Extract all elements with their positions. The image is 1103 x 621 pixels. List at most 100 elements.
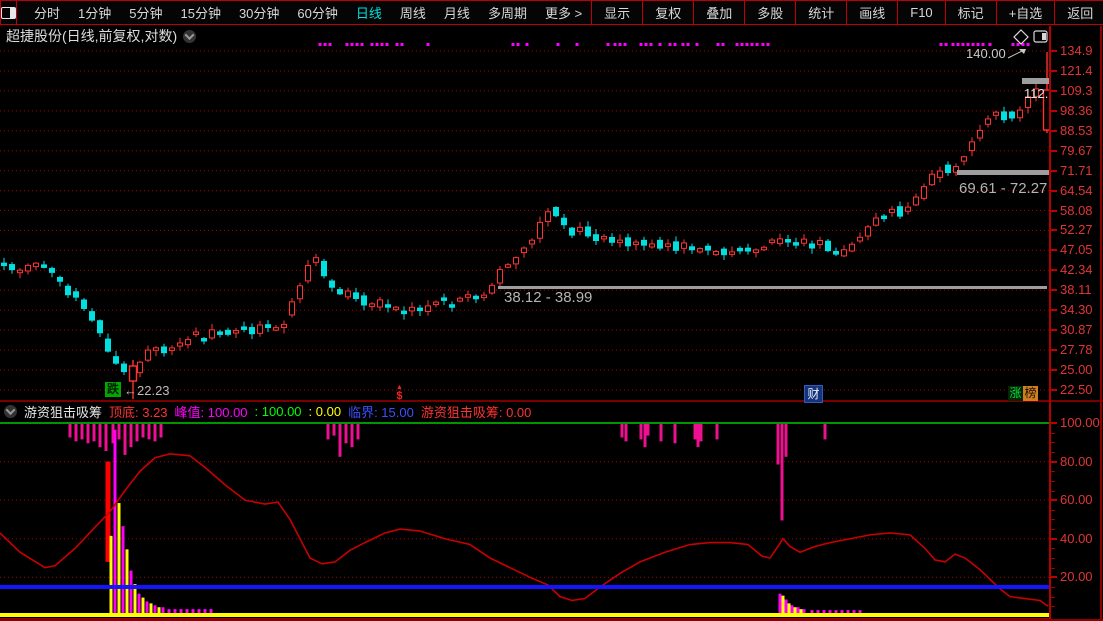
price-axis-label: 58.08	[1060, 203, 1093, 218]
price-axis-label: 88.53	[1060, 123, 1093, 138]
menu-period-2[interactable]: 5分钟	[120, 3, 171, 22]
price-axis-label: 27.78	[1060, 342, 1093, 357]
axis-tick	[1051, 170, 1057, 172]
price-axis-label: 34.30	[1060, 302, 1093, 317]
axis-minor-tick	[1051, 471, 1055, 472]
window-panel-icon[interactable]	[0, 1, 17, 24]
axis-tick	[1051, 269, 1057, 271]
price-axis-label: 79.67	[1060, 143, 1093, 158]
finance-badge: 财	[804, 385, 823, 403]
menu-tool-7[interactable]: 标记	[945, 1, 996, 24]
indicator-field-0: 顶底: 3.23	[109, 402, 168, 421]
tool-menu: 显示复权叠加多股统计画线F10标记+自选返回	[591, 1, 1103, 24]
main-candlestick-chart[interactable]	[0, 26, 1050, 402]
price-axis-label: 52.27	[1060, 222, 1093, 237]
indicator-collapse-icon[interactable]	[4, 405, 17, 418]
price-axis-label: 47.05	[1060, 242, 1093, 257]
main-price-axis: 134.9121.4109.398.3688.5379.6771.7164.54…	[1051, 26, 1103, 401]
zone2-price-label: 69.61 - 72.27	[959, 180, 1047, 197]
price-axis-label: 25.00	[1060, 362, 1093, 377]
menu-period-3[interactable]: 15分钟	[171, 3, 229, 22]
rise-badge: 涨	[1008, 386, 1023, 401]
price-axis-label: 64.54	[1060, 183, 1093, 198]
title-collapse-icon[interactable]	[183, 30, 196, 43]
menu-tool-5[interactable]: 画线	[846, 1, 897, 24]
menu-period-5[interactable]: 60分钟	[288, 3, 346, 22]
menu-period-8[interactable]: 月线	[435, 3, 479, 22]
dollar-marker: ▲$	[396, 384, 403, 400]
menu-period-0[interactable]: 分时	[25, 3, 69, 22]
axis-minor-tick	[1051, 558, 1055, 559]
menu-tool-8[interactable]: +自选	[996, 1, 1055, 24]
top-menubar: 分时1分钟5分钟15分钟30分钟60分钟日线周线月线多周期更多 > 显示复权叠加…	[0, 0, 1103, 25]
indicator-axis-label: 60.00	[1060, 492, 1093, 507]
axis-minor-tick	[1051, 491, 1055, 492]
axis-tick	[1051, 50, 1057, 52]
axis-minor-tick	[1051, 548, 1055, 549]
indicator-axis-label: 40.00	[1060, 531, 1093, 546]
menu-period-9[interactable]: 多周期	[479, 3, 536, 22]
menu-tool-4[interactable]: 统计	[795, 1, 846, 24]
menu-period-4[interactable]: 30分钟	[230, 3, 288, 22]
axis-tick	[1051, 210, 1057, 212]
diamond-marker-icon	[1014, 30, 1028, 44]
axis-tick	[1051, 309, 1057, 311]
axis-minor-tick	[1051, 442, 1055, 443]
price-axis-label: 38.11	[1060, 282, 1092, 297]
axis-minor-tick	[1051, 452, 1055, 453]
indicator-field-5: 游资狙击吸筹: 0.00	[421, 402, 532, 421]
indicator-field-4: 临界: 15.00	[348, 402, 414, 421]
axis-tick	[1051, 499, 1057, 501]
indicator-chart[interactable]	[0, 420, 1050, 620]
menu-period-6[interactable]: 日线	[347, 3, 391, 22]
axis-tick	[1051, 461, 1057, 463]
axis-minor-tick	[1051, 587, 1055, 588]
price-axis-label: 71.71	[1060, 163, 1093, 178]
rise-rank-badge: 涨 榜	[1008, 386, 1038, 401]
chart-title-row: 超捷股份(日线,前复权,对数)	[6, 27, 196, 45]
axis-minor-tick	[1051, 568, 1055, 569]
indicator-axis-label: 80.00	[1060, 454, 1093, 469]
axis-tick	[1051, 90, 1057, 92]
menu-tool-6[interactable]: F10	[897, 1, 944, 24]
menu-tool-9[interactable]: 返回	[1054, 1, 1103, 24]
period-menu: 分时1分钟5分钟15分钟30分钟60分钟日线周线月线多周期更多 >	[17, 1, 591, 24]
menu-tool-0[interactable]: 显示	[591, 1, 642, 24]
axis-tick	[1051, 389, 1057, 391]
axis-tick	[1051, 249, 1057, 251]
indicator-name: 游资狙击吸筹	[24, 402, 102, 421]
zone3-price-label: 38.12 - 38.99	[504, 289, 592, 306]
axis-minor-tick	[1051, 606, 1055, 607]
menu-tool-2[interactable]: 叠加	[693, 1, 744, 24]
trading-app-window: 分时1分钟5分钟15分钟30分钟60分钟日线周线月线多周期更多 > 显示复权叠加…	[0, 0, 1103, 621]
axis-tick	[1051, 190, 1057, 192]
axis-tick	[1051, 349, 1057, 351]
menu-period-10[interactable]: 更多 >	[536, 3, 591, 22]
rank-badge: 榜	[1023, 386, 1038, 401]
axis-tick	[1051, 229, 1057, 231]
high-price-annotation: 140.00	[966, 46, 1006, 61]
right-frame-border	[1100, 26, 1102, 621]
indicator-field-1: 峰值: 100.00	[175, 402, 248, 421]
price-axis-label: 121.4	[1060, 63, 1093, 78]
axis-tick	[1051, 422, 1057, 424]
axis-minor-tick	[1051, 519, 1055, 520]
axis-tick	[1051, 150, 1057, 152]
axis-tick	[1051, 538, 1057, 540]
drop-badge: 跌	[105, 382, 121, 397]
menu-tool-3[interactable]: 多股	[744, 1, 795, 24]
axis-tick	[1051, 369, 1057, 371]
split-window-icon	[1, 7, 16, 19]
axis-tick	[1051, 130, 1057, 132]
axis-tick	[1051, 70, 1057, 72]
price-axis-label: 42.34	[1060, 262, 1093, 277]
menu-period-1[interactable]: 1分钟	[69, 3, 120, 22]
indicator-header: 游资狙击吸筹 顶底: 3.23 峰值: 100.00 : 100.00 : 0.00 临…	[0, 402, 1054, 420]
axis-tick	[1051, 329, 1057, 331]
axis-tick	[1051, 289, 1057, 291]
indicator-axis-label: 20.00	[1060, 569, 1093, 584]
indicator-field-3: : 0.00	[309, 404, 342, 419]
menu-tool-1[interactable]: 复权	[642, 1, 693, 24]
indicator-field-2: : 100.00	[255, 404, 302, 419]
menu-period-7[interactable]: 周线	[391, 3, 435, 22]
